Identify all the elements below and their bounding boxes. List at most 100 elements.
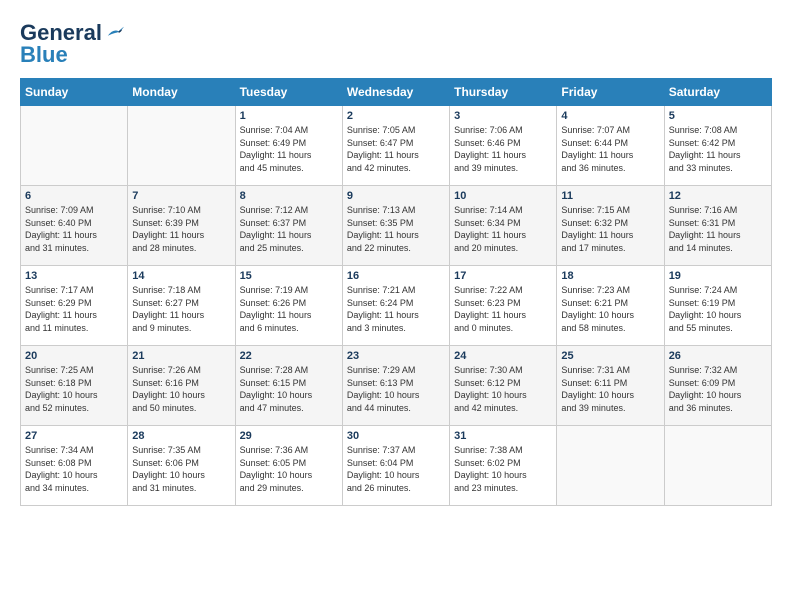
day-number: 28 <box>132 430 230 442</box>
calendar-cell: 24 Sunrise: 7:30 AM Sunset: 6:12 PM Dayli… <box>450 346 557 426</box>
day-number: 31 <box>454 430 552 442</box>
day-number: 18 <box>561 270 659 282</box>
cell-content: Sunrise: 7:19 AM Sunset: 6:26 PM Dayligh… <box>240 284 338 334</box>
cell-content: Sunrise: 7:09 AM Sunset: 6:40 PM Dayligh… <box>25 204 123 254</box>
day-number: 20 <box>25 350 123 362</box>
cell-content: Sunrise: 7:12 AM Sunset: 6:37 PM Dayligh… <box>240 204 338 254</box>
day-number: 21 <box>132 350 230 362</box>
day-number: 3 <box>454 110 552 122</box>
day-number: 19 <box>669 270 767 282</box>
day-number: 13 <box>25 270 123 282</box>
calendar-cell: 6 Sunrise: 7:09 AM Sunset: 6:40 PM Daylig… <box>21 186 128 266</box>
calendar-cell <box>128 106 235 186</box>
day-number: 6 <box>25 190 123 202</box>
day-number: 26 <box>669 350 767 362</box>
day-number: 12 <box>669 190 767 202</box>
cell-content: Sunrise: 7:38 AM Sunset: 6:02 PM Dayligh… <box>454 444 552 494</box>
calendar-cell: 31 Sunrise: 7:38 AM Sunset: 6:02 PM Dayli… <box>450 426 557 506</box>
calendar-cell <box>21 106 128 186</box>
calendar-header-row: SundayMondayTuesdayWednesdayThursdayFrid… <box>21 79 772 106</box>
calendar-cell: 12Sunrise: 7:16 AM Sunset: 6:31 PM Dayli… <box>664 186 771 266</box>
day-number: 29 <box>240 430 338 442</box>
calendar-week-2: 6 Sunrise: 7:09 AM Sunset: 6:40 PM Daylig… <box>21 186 772 266</box>
day-number: 11 <box>561 190 659 202</box>
calendar-cell: 21 Sunrise: 7:26 AM Sunset: 6:16 PM Dayli… <box>128 346 235 426</box>
calendar-cell <box>557 426 664 506</box>
cell-content: Sunrise: 7:17 AM Sunset: 6:29 PM Dayligh… <box>25 284 123 334</box>
cell-content: Sunrise: 7:15 AM Sunset: 6:32 PM Dayligh… <box>561 204 659 254</box>
calendar-cell: 28 Sunrise: 7:35 AM Sunset: 6:06 PM Dayli… <box>128 426 235 506</box>
calendar-cell: 16 Sunrise: 7:21 AM Sunset: 6:24 PM Dayli… <box>342 266 449 346</box>
cell-content: Sunrise: 7:26 AM Sunset: 6:16 PM Dayligh… <box>132 364 230 414</box>
cell-content: Sunrise: 7:37 AM Sunset: 6:04 PM Dayligh… <box>347 444 445 494</box>
cell-content: Sunrise: 7:35 AM Sunset: 6:06 PM Dayligh… <box>132 444 230 494</box>
cell-content: Sunrise: 7:34 AM Sunset: 6:08 PM Dayligh… <box>25 444 123 494</box>
calendar-cell: 2 Sunrise: 7:05 AM Sunset: 6:47 PM Daylig… <box>342 106 449 186</box>
cell-content: Sunrise: 7:30 AM Sunset: 6:12 PM Dayligh… <box>454 364 552 414</box>
cell-content: Sunrise: 7:21 AM Sunset: 6:24 PM Dayligh… <box>347 284 445 334</box>
cell-content: Sunrise: 7:29 AM Sunset: 6:13 PM Dayligh… <box>347 364 445 414</box>
day-number: 27 <box>25 430 123 442</box>
day-number: 9 <box>347 190 445 202</box>
day-number: 24 <box>454 350 552 362</box>
day-number: 1 <box>240 110 338 122</box>
calendar-cell: 8 Sunrise: 7:12 AM Sunset: 6:37 PM Daylig… <box>235 186 342 266</box>
logo: General Blue <box>20 20 124 68</box>
col-header-monday: Monday <box>128 79 235 106</box>
cell-content: Sunrise: 7:13 AM Sunset: 6:35 PM Dayligh… <box>347 204 445 254</box>
logo-bird-icon <box>106 26 124 40</box>
cell-content: Sunrise: 7:24 AM Sunset: 6:19 PM Dayligh… <box>669 284 767 334</box>
calendar-cell: 11 Sunrise: 7:15 AM Sunset: 6:32 PM Dayli… <box>557 186 664 266</box>
cell-content: Sunrise: 7:36 AM Sunset: 6:05 PM Dayligh… <box>240 444 338 494</box>
logo-blue: Blue <box>20 42 68 68</box>
calendar-cell: 14Sunrise: 7:18 AM Sunset: 6:27 PM Dayli… <box>128 266 235 346</box>
cell-content: Sunrise: 7:22 AM Sunset: 6:23 PM Dayligh… <box>454 284 552 334</box>
calendar-cell: 7 Sunrise: 7:10 AM Sunset: 6:39 PM Daylig… <box>128 186 235 266</box>
col-header-tuesday: Tuesday <box>235 79 342 106</box>
calendar-cell: 1 Sunrise: 7:04 AM Sunset: 6:49 PM Daylig… <box>235 106 342 186</box>
calendar-cell: 20Sunrise: 7:25 AM Sunset: 6:18 PM Dayli… <box>21 346 128 426</box>
calendar-table: SundayMondayTuesdayWednesdayThursdayFrid… <box>20 78 772 506</box>
cell-content: Sunrise: 7:32 AM Sunset: 6:09 PM Dayligh… <box>669 364 767 414</box>
calendar-cell: 10Sunrise: 7:14 AM Sunset: 6:34 PM Dayli… <box>450 186 557 266</box>
calendar-cell: 22Sunrise: 7:28 AM Sunset: 6:15 PM Dayli… <box>235 346 342 426</box>
calendar-cell: 15 Sunrise: 7:19 AM Sunset: 6:26 PM Dayli… <box>235 266 342 346</box>
day-number: 17 <box>454 270 552 282</box>
calendar-cell <box>664 426 771 506</box>
calendar-cell: 27 Sunrise: 7:34 AM Sunset: 6:08 PM Dayli… <box>21 426 128 506</box>
day-number: 5 <box>669 110 767 122</box>
day-number: 14 <box>132 270 230 282</box>
calendar-cell: 25Sunrise: 7:31 AM Sunset: 6:11 PM Dayli… <box>557 346 664 426</box>
calendar-cell: 17 Sunrise: 7:22 AM Sunset: 6:23 PM Dayli… <box>450 266 557 346</box>
calendar-cell: 9 Sunrise: 7:13 AM Sunset: 6:35 PM Daylig… <box>342 186 449 266</box>
calendar-week-4: 20Sunrise: 7:25 AM Sunset: 6:18 PM Dayli… <box>21 346 772 426</box>
calendar-cell: 23Sunrise: 7:29 AM Sunset: 6:13 PM Dayli… <box>342 346 449 426</box>
day-number: 25 <box>561 350 659 362</box>
calendar-cell: 19 Sunrise: 7:24 AM Sunset: 6:19 PM Dayli… <box>664 266 771 346</box>
day-number: 15 <box>240 270 338 282</box>
calendar-cell: 4Sunrise: 7:07 AM Sunset: 6:44 PM Daylig… <box>557 106 664 186</box>
cell-content: Sunrise: 7:04 AM Sunset: 6:49 PM Dayligh… <box>240 124 338 174</box>
calendar-week-5: 27 Sunrise: 7:34 AM Sunset: 6:08 PM Dayli… <box>21 426 772 506</box>
day-number: 4 <box>561 110 659 122</box>
calendar-cell: 30 Sunrise: 7:37 AM Sunset: 6:04 PM Dayli… <box>342 426 449 506</box>
col-header-thursday: Thursday <box>450 79 557 106</box>
col-header-wednesday: Wednesday <box>342 79 449 106</box>
cell-content: Sunrise: 7:14 AM Sunset: 6:34 PM Dayligh… <box>454 204 552 254</box>
cell-content: Sunrise: 7:08 AM Sunset: 6:42 PM Dayligh… <box>669 124 767 174</box>
col-header-friday: Friday <box>557 79 664 106</box>
col-header-saturday: Saturday <box>664 79 771 106</box>
day-number: 2 <box>347 110 445 122</box>
cell-content: Sunrise: 7:23 AM Sunset: 6:21 PM Dayligh… <box>561 284 659 334</box>
cell-content: Sunrise: 7:28 AM Sunset: 6:15 PM Dayligh… <box>240 364 338 414</box>
calendar-cell: 18 Sunrise: 7:23 AM Sunset: 6:21 PM Dayli… <box>557 266 664 346</box>
cell-content: Sunrise: 7:05 AM Sunset: 6:47 PM Dayligh… <box>347 124 445 174</box>
day-number: 7 <box>132 190 230 202</box>
day-number: 16 <box>347 270 445 282</box>
cell-content: Sunrise: 7:10 AM Sunset: 6:39 PM Dayligh… <box>132 204 230 254</box>
page-header: General Blue <box>20 20 772 68</box>
day-number: 30 <box>347 430 445 442</box>
calendar-cell: 29 Sunrise: 7:36 AM Sunset: 6:05 PM Dayli… <box>235 426 342 506</box>
day-number: 8 <box>240 190 338 202</box>
col-header-sunday: Sunday <box>21 79 128 106</box>
